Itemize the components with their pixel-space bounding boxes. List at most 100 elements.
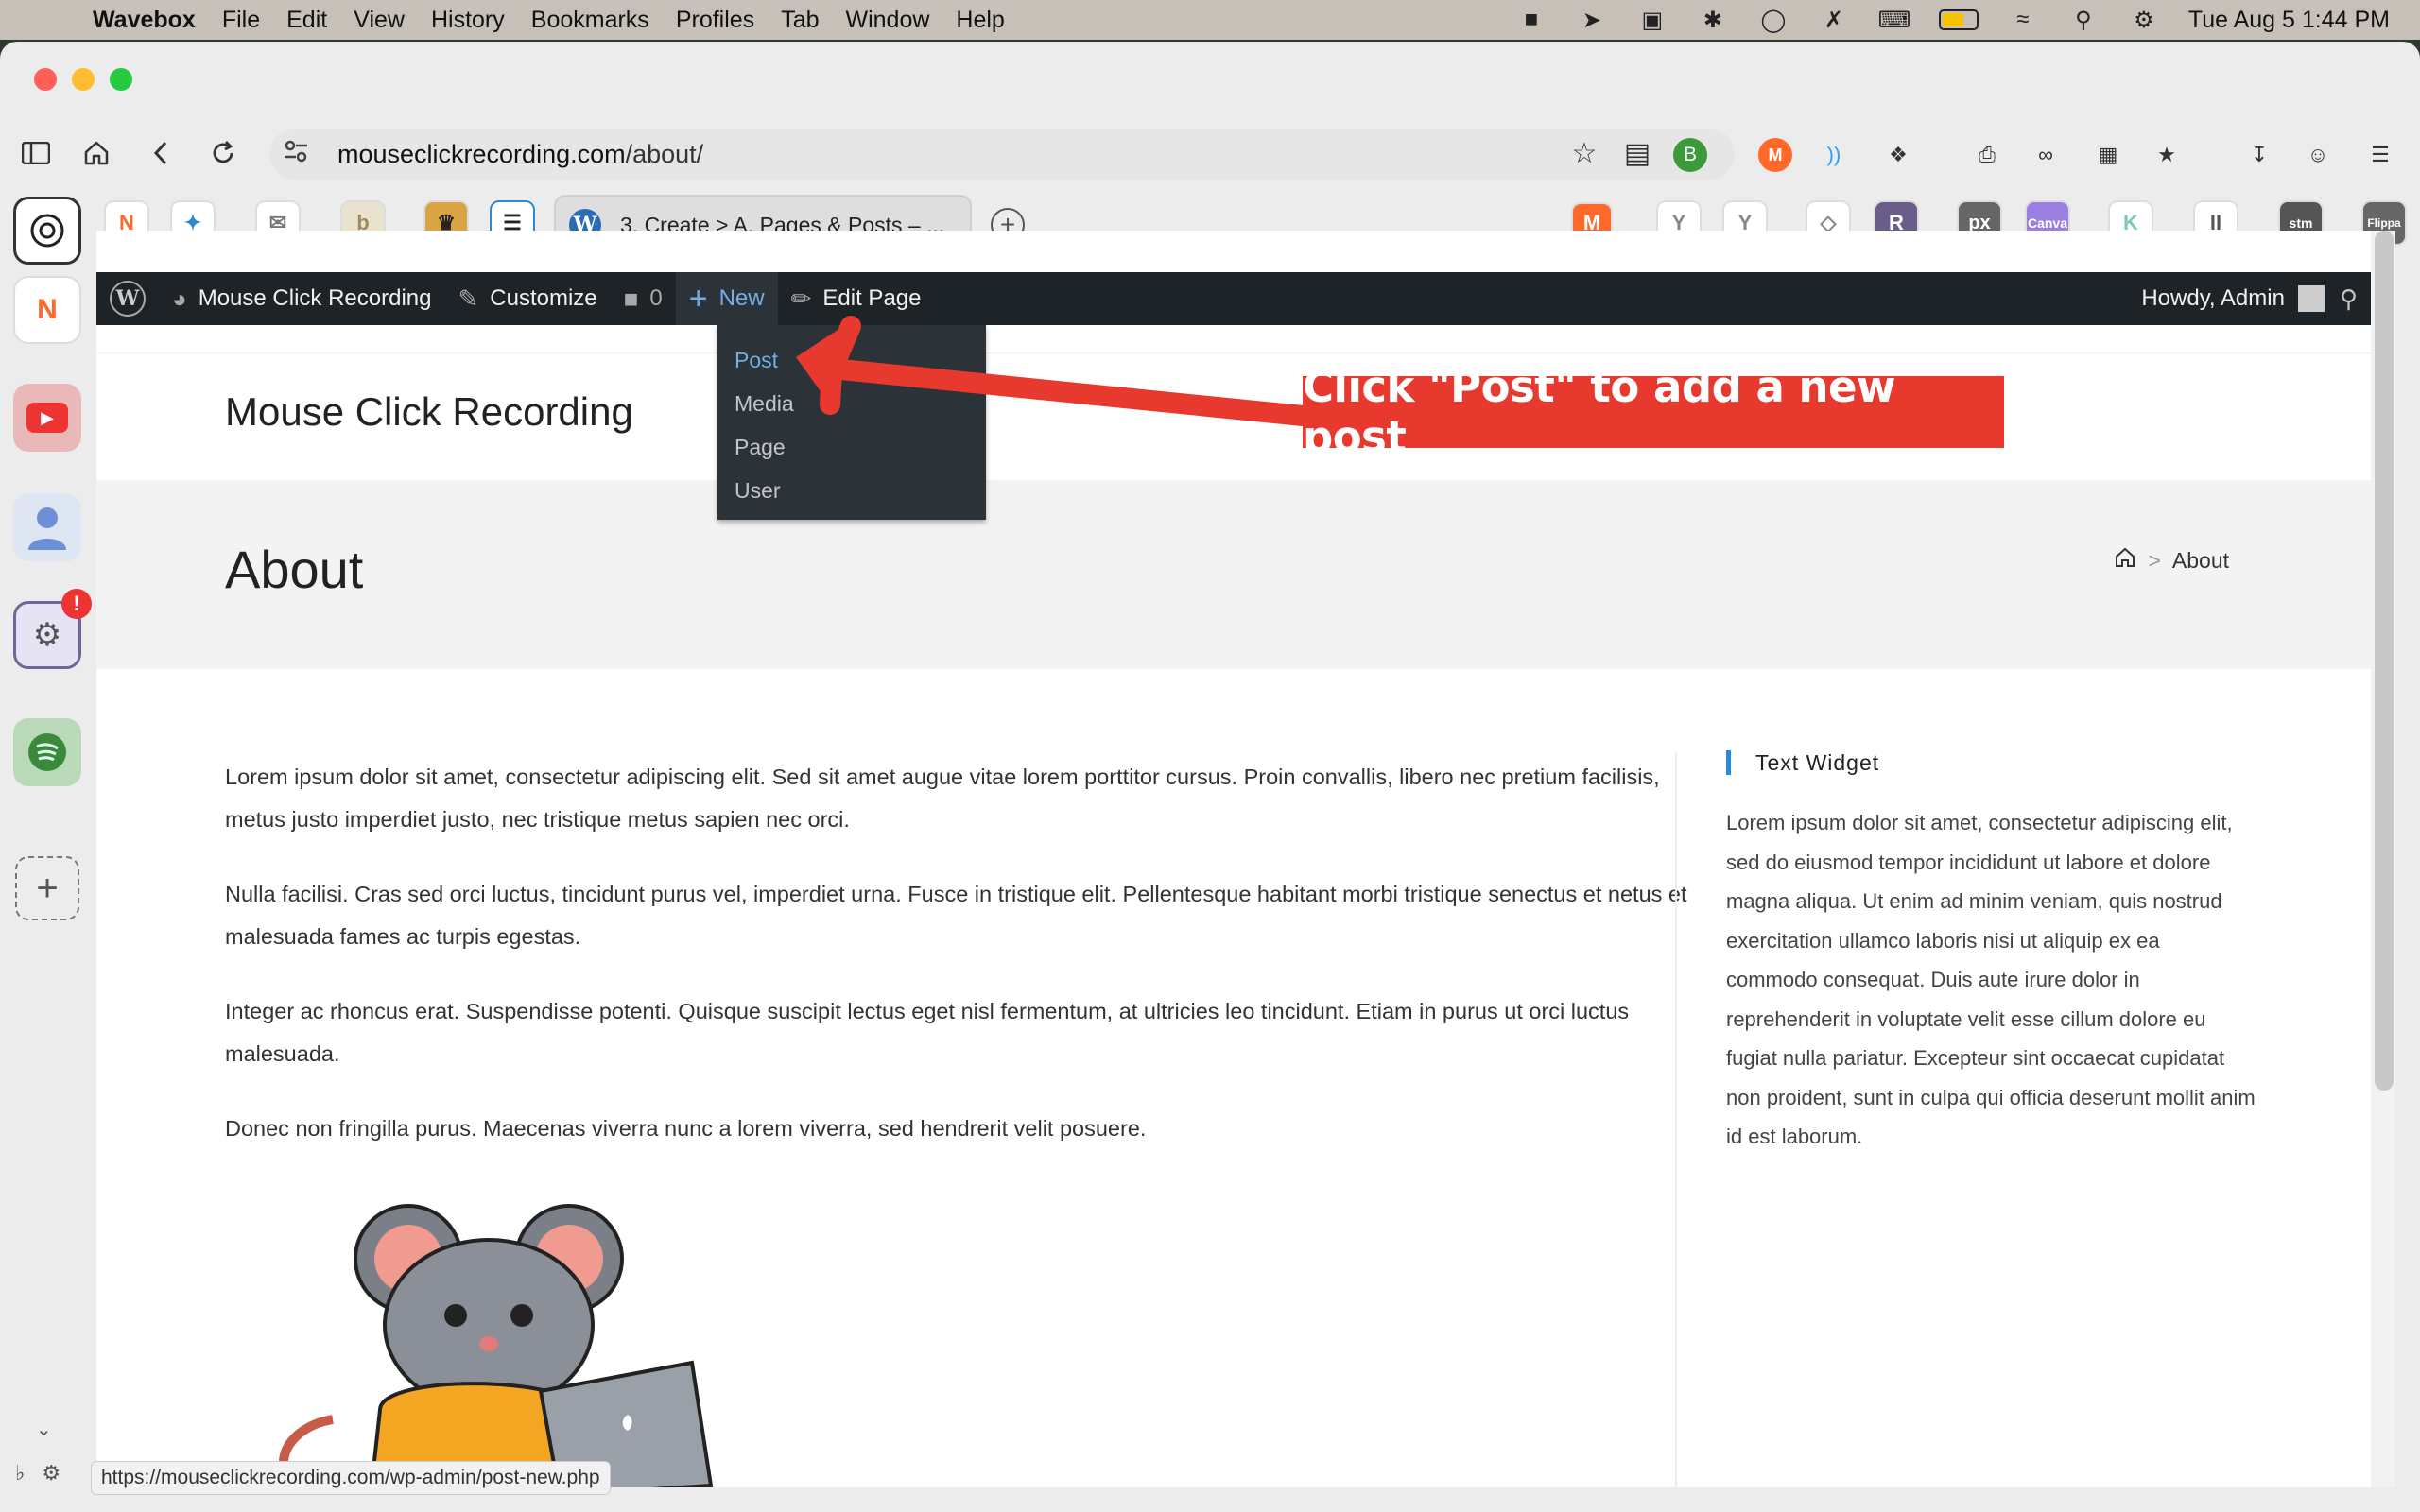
- sidebar-settings-app-icon[interactable]: ⚙ !: [13, 589, 92, 669]
- bookmark-star-icon[interactable]: ☆: [1564, 132, 1605, 174]
- extensions-puzzle-icon[interactable]: ❖: [1881, 138, 1915, 172]
- sidebar-spotify-icon[interactable]: [13, 718, 81, 786]
- page-scrollbar[interactable]: [2371, 231, 2395, 1487]
- url-host: mouseclickrecording.com: [337, 139, 626, 168]
- keyboard-icon[interactable]: ⌨: [1878, 8, 1911, 33]
- browser-toolbar: mouseclickrecording.com/about/ ☆ ▤ B M )…: [0, 125, 2420, 181]
- adminbar-customize-label: Customize: [490, 285, 597, 311]
- menu-profiles[interactable]: Profiles: [676, 7, 754, 34]
- main-content: Lorem ipsum dolor sit amet, consectetur …: [225, 756, 1700, 1182]
- menu-edit[interactable]: Edit: [286, 7, 327, 34]
- hamburger-menu-icon[interactable]: ☰: [2363, 138, 2397, 172]
- breadcrumb-current: About: [2171, 547, 2229, 573]
- address-bar[interactable]: mouseclickrecording.com/about/: [269, 129, 1735, 180]
- menu-view[interactable]: View: [354, 7, 405, 34]
- bluetooth-icon[interactable]: ✱: [1697, 8, 1729, 33]
- sidebar-youtube-icon[interactable]: ▶: [13, 384, 81, 452]
- new-post-menu-item[interactable]: Post: [717, 338, 986, 382]
- new-page-menu-item[interactable]: Page: [717, 425, 986, 469]
- adminbar-comments-count: 0: [649, 285, 663, 311]
- text-widget-title: Text Widget: [1726, 750, 2256, 775]
- url-text: mouseclickrecording.com/about/: [337, 140, 703, 169]
- menu-app-name[interactable]: Wavebox: [93, 7, 196, 34]
- favorites-icon[interactable]: ★: [2150, 138, 2184, 172]
- page-title: About: [225, 540, 364, 599]
- menubar-clock[interactable]: Tue Aug 5 1:44 PM: [2188, 7, 2390, 34]
- content-paragraph: Donec non fringilla purus. Maecenas vive…: [225, 1116, 1147, 1141]
- sidebar-contacts-icon[interactable]: [13, 493, 81, 561]
- breadcrumb: > About: [2114, 546, 2229, 575]
- adminbar-search-icon[interactable]: ⚲: [2340, 284, 2358, 314]
- menu-bookmarks[interactable]: Bookmarks: [531, 7, 649, 34]
- adminbar-right: Howdy, Admin ⚲: [2141, 272, 2371, 325]
- home-icon[interactable]: [76, 132, 117, 174]
- menu-tab[interactable]: Tab: [781, 7, 819, 34]
- adminbar-edit-page[interactable]: ✏ Edit Page: [778, 272, 935, 325]
- comment-bubble-icon: ■: [623, 284, 639, 313]
- site-settings-icon[interactable]: [283, 140, 320, 169]
- extension-mi-icon[interactable]: M: [1758, 138, 1792, 172]
- extension-audio-icon[interactable]: )): [1817, 138, 1851, 172]
- site-title[interactable]: Mouse Click Recording: [225, 389, 633, 435]
- admin-avatar[interactable]: [2297, 285, 2325, 312]
- download-icon[interactable]: ↧: [2242, 138, 2276, 172]
- app-sidebar: N ▶ ⚙ ! + ⌄: [0, 189, 95, 1512]
- notification-bell-icon[interactable]: ♭: [15, 1461, 25, 1486]
- reload-icon[interactable]: [202, 132, 244, 174]
- link-status-url: https://mouseclickrecording.com/wp-admin…: [91, 1461, 611, 1495]
- adminbar-customize[interactable]: ✎ Customize: [444, 272, 610, 325]
- minimize-window-button[interactable]: [72, 68, 95, 91]
- scrollbar-thumb[interactable]: [2375, 231, 2394, 1091]
- menu-window[interactable]: Window: [846, 7, 930, 34]
- header-divider: [96, 352, 2371, 353]
- sidebar-namecheap-icon[interactable]: N: [13, 276, 81, 344]
- annotation-callout: Click "Post" to add a new post: [1303, 362, 2004, 462]
- back-icon[interactable]: [140, 132, 182, 174]
- account-icon[interactable]: ☺: [2301, 138, 2335, 172]
- tab-stack-icon[interactable]: ▤: [1616, 132, 1658, 174]
- close-window-button[interactable]: [34, 68, 57, 91]
- adminbar-site-name[interactable]: ◕ Mouse Click Recording: [159, 272, 444, 325]
- content-paragraph: Nulla facilisi. Cras sed orci luctus, ti…: [225, 882, 1687, 949]
- accessibility-icon[interactable]: ◯: [1757, 8, 1789, 33]
- breadcrumb-home-icon[interactable]: [2114, 546, 2136, 575]
- location-icon[interactable]: ➤: [1576, 8, 1608, 33]
- profile-avatar[interactable]: B: [1669, 134, 1711, 176]
- adminbar-new-menu[interactable]: + New: [675, 272, 778, 325]
- video-camera-icon[interactable]: ■: [1515, 7, 1547, 32]
- wordpress-logo-icon[interactable]: W: [110, 281, 146, 317]
- dashboard-gauge-icon: ◕: [172, 284, 187, 313]
- mouse-mascot-image: [279, 1204, 714, 1487]
- mute-icon[interactable]: ✗: [1818, 8, 1850, 33]
- sidebar-divider: [1675, 752, 1677, 1487]
- settings-gear-icon[interactable]: ⚙: [42, 1461, 60, 1486]
- pencil-icon: ✏: [790, 284, 812, 313]
- plus-icon: +: [688, 280, 708, 317]
- page-header-band: About > About: [96, 480, 2371, 669]
- youtube-play-icon: ▶: [26, 403, 68, 433]
- breadcrumb-separator: >: [2148, 547, 2161, 573]
- spotlight-search-icon[interactable]: ⚲: [2067, 8, 2100, 33]
- menu-help[interactable]: Help: [956, 7, 1004, 34]
- menu-file[interactable]: File: [222, 7, 260, 34]
- control-center-icon[interactable]: ⚙: [2128, 8, 2160, 33]
- text-widget-body: Lorem ipsum dolor sit amet, consectetur …: [1726, 811, 2256, 1148]
- battery-icon[interactable]: [1938, 9, 1979, 30]
- qr-code-icon[interactable]: ▦: [2091, 138, 2125, 172]
- content-paragraph: Lorem ipsum dolor sit amet, consectetur …: [225, 765, 1660, 832]
- new-user-menu-item[interactable]: User: [717, 469, 986, 512]
- zoom-window-button[interactable]: [110, 68, 132, 91]
- wifi-icon[interactable]: ≈: [2007, 7, 2039, 32]
- adminbar-new-label: New: [718, 285, 765, 311]
- new-media-menu-item[interactable]: Media: [717, 382, 986, 425]
- menu-history[interactable]: History: [431, 7, 505, 34]
- print-icon[interactable]: ⎙: [1970, 138, 2004, 172]
- sidebar-chatgpt-icon[interactable]: [13, 197, 81, 265]
- adminbar-comments[interactable]: ■ 0: [611, 272, 676, 325]
- sidebar-add-app-button[interactable]: +: [15, 856, 79, 920]
- adminbar-howdy[interactable]: Howdy, Admin: [2141, 285, 2285, 312]
- link-icon[interactable]: ∞: [2029, 138, 2063, 172]
- sidebar-toggle-icon[interactable]: [15, 132, 57, 174]
- screenshot-icon[interactable]: ▣: [1636, 8, 1668, 33]
- sidebar-collapse-chevron-icon[interactable]: ⌄: [36, 1418, 52, 1441]
